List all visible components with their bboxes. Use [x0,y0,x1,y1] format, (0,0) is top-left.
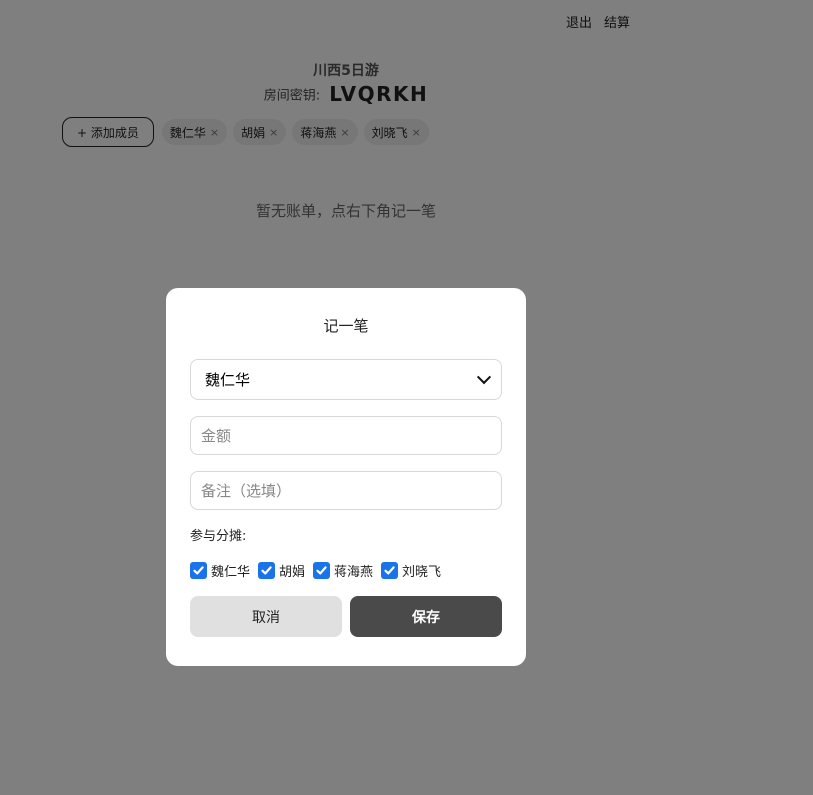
modal-actions: 取消 保存 [190,596,502,637]
payer-select[interactable]: 魏仁华 [190,359,502,400]
modal-title: 记一笔 [323,317,369,335]
note-input[interactable] [190,471,502,510]
split-member-name: 刘晓飞 [402,565,442,580]
split-member-name: 胡娟 [279,565,306,580]
add-bill-modal: 记一笔 魏仁华 参与分摊: 魏仁华 胡娟 蒋海燕 [166,288,526,666]
split-options: 魏仁华 胡娟 蒋海燕 刘晓飞 [190,561,502,580]
checkmark-icon [384,566,395,575]
checkbox-checked[interactable] [190,562,207,579]
split-option[interactable]: 刘晓飞 [381,561,441,580]
split-option[interactable]: 胡娟 [258,561,305,580]
cancel-button[interactable]: 取消 [190,596,342,637]
split-member-name: 蒋海燕 [334,565,374,580]
save-button[interactable]: 保存 [350,596,502,637]
chevron-down-icon [476,369,492,384]
split-member-name: 魏仁华 [211,565,251,580]
amount-input[interactable] [190,416,502,455]
split-label: 参与分摊: [190,529,247,544]
split-option[interactable]: 蒋海燕 [313,561,373,580]
payer-selected-value: 魏仁华 [205,371,251,389]
checkmark-icon [193,566,204,575]
checkmark-icon [316,566,327,575]
checkbox-checked[interactable] [258,562,276,579]
split-option[interactable]: 魏仁华 [190,561,250,580]
checkbox-checked[interactable] [313,562,331,579]
checkbox-checked[interactable] [381,562,399,579]
checkmark-icon [261,566,272,575]
